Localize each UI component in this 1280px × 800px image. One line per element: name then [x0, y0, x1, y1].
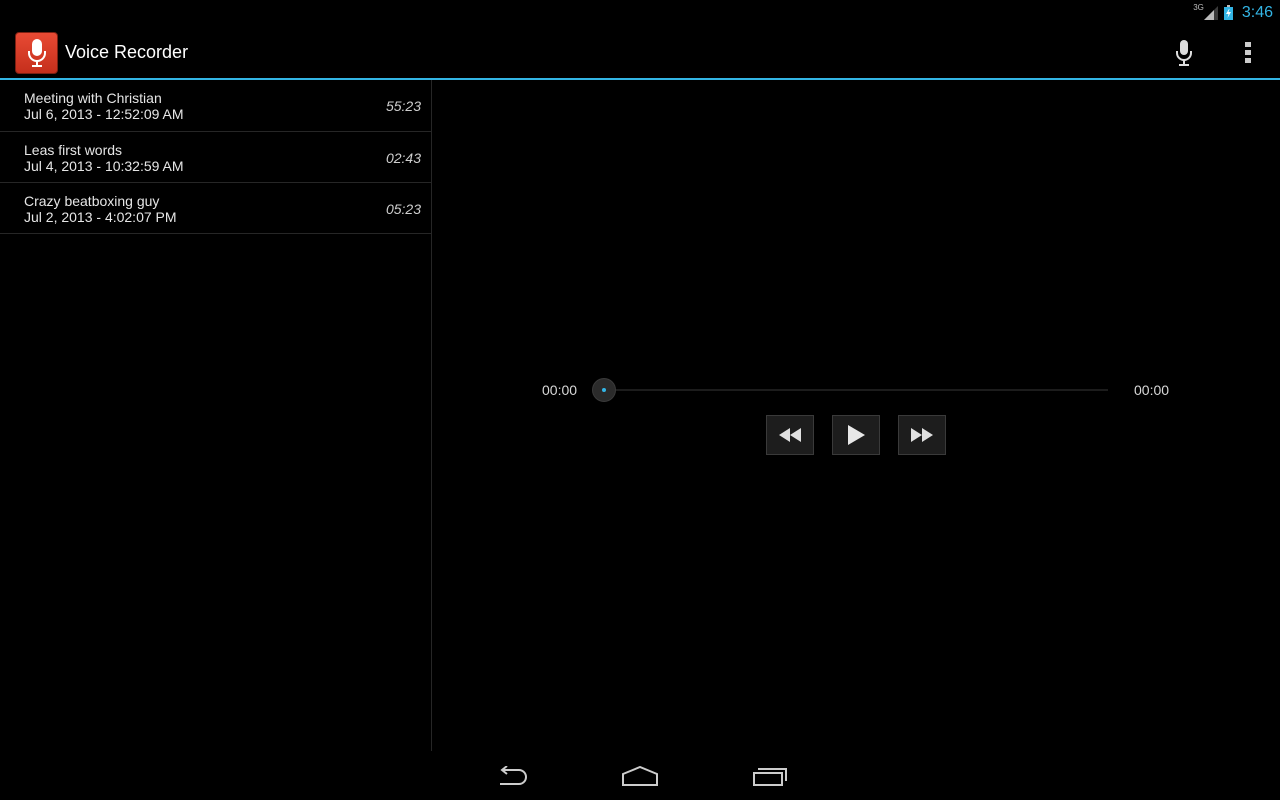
recording-date: Jul 2, 2013 - 4:02:07 PM	[24, 209, 177, 225]
microphone-app-icon[interactable]	[15, 32, 58, 74]
status-icons: 3G 3:46	[1193, 0, 1273, 25]
seek-bar-track[interactable]	[604, 389, 1108, 391]
recording-date: Jul 6, 2013 - 12:52:09 AM	[24, 106, 184, 122]
list-item[interactable]: Meeting with Christian Jul 6, 2013 - 12:…	[0, 80, 431, 132]
recording-duration: 02:43	[385, 150, 421, 166]
back-icon	[500, 766, 527, 785]
recent-apps-icon	[753, 768, 787, 786]
signal-icon	[1203, 5, 1218, 20]
action-bar: Voice Recorder	[0, 25, 1280, 78]
record-button[interactable]	[1170, 38, 1198, 68]
rewind-icon	[779, 428, 801, 442]
recording-title: Leas first words	[24, 142, 123, 158]
fast-forward-icon	[911, 428, 933, 442]
recording-title: Meeting with Christian	[24, 90, 162, 106]
fast-forward-button[interactable]	[898, 415, 946, 455]
play-button[interactable]	[832, 415, 880, 455]
battery-charging-icon	[1223, 5, 1233, 20]
total-time: 00:00	[1134, 382, 1170, 398]
recording-duration: 55:23	[385, 98, 421, 114]
list-item[interactable]: Leas first words Jul 4, 2013 - 10:32:59 …	[0, 132, 431, 183]
overflow-menu-icon	[1245, 42, 1251, 63]
network-type-label: 3G	[1193, 3, 1204, 12]
recording-duration: 05:23	[385, 201, 421, 217]
microphone-icon	[1176, 40, 1192, 66]
app-title: Voice Recorder	[65, 42, 189, 62]
play-icon	[848, 425, 865, 445]
elapsed-time: 00:00	[542, 382, 578, 398]
recording-date: Jul 4, 2013 - 10:32:59 AM	[24, 158, 184, 174]
seek-bar-thumb[interactable]	[592, 378, 616, 402]
status-bar: 3G 3:46	[0, 0, 1280, 25]
rewind-button[interactable]	[766, 415, 814, 455]
navigation-bar	[0, 751, 1280, 800]
back-button[interactable]	[492, 761, 532, 791]
recording-title: Crazy beatboxing guy	[24, 193, 160, 209]
recordings-list: Meeting with Christian Jul 6, 2013 - 12:…	[0, 80, 431, 751]
home-button[interactable]	[620, 761, 660, 791]
list-item[interactable]: Crazy beatboxing guy Jul 2, 2013 - 4:02:…	[0, 183, 431, 234]
status-clock: 3:46	[1241, 3, 1273, 21]
home-icon	[622, 766, 658, 786]
microphone-icon	[27, 39, 46, 67]
overflow-menu-button[interactable]	[1234, 38, 1262, 68]
player-pane: 00:00 00:00	[432, 80, 1280, 751]
recent-apps-button[interactable]	[750, 761, 790, 791]
